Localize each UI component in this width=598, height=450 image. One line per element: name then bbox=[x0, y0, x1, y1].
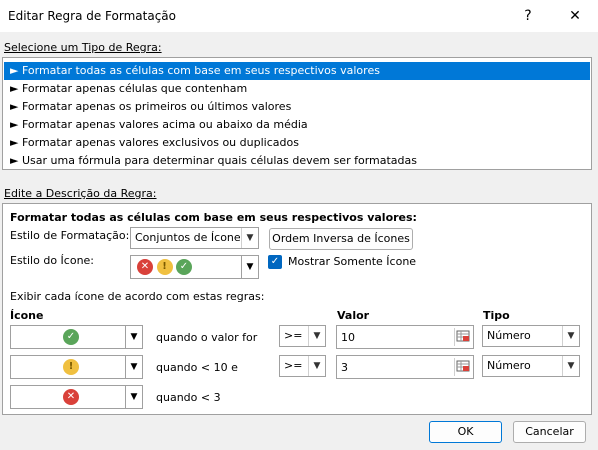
arrow-bullet-icon: ► bbox=[10, 136, 19, 149]
list-item-label: Formatar apenas valores acima ou abaixo … bbox=[21, 118, 308, 131]
rule-type-item-top-bottom[interactable]: ► Formatar apenas os primeiros ou último… bbox=[4, 98, 590, 116]
value-input-1[interactable]: 10 bbox=[336, 325, 474, 349]
operator-value-2: >= bbox=[284, 359, 303, 372]
icon-style-label: Estilo do Ícone: bbox=[10, 254, 95, 267]
arrow-bullet-icon: ► bbox=[10, 64, 19, 77]
rule-type-list[interactable]: ► Formatar todas as células com base em … bbox=[2, 57, 592, 170]
column-header-type: Tipo bbox=[483, 309, 510, 322]
rule-type-item-contains[interactable]: ► Formatar apenas células que contenham bbox=[4, 80, 590, 98]
close-icon: ✕ bbox=[569, 8, 581, 24]
operator-dropdown-1[interactable]: >= ▼ bbox=[279, 325, 326, 347]
red-x-icon: ✕ bbox=[137, 259, 153, 275]
rule-condition-3: quando < 3 bbox=[156, 391, 221, 404]
rule-icon-dropdown-1[interactable]: ✓ ▼ bbox=[10, 325, 143, 349]
close-button[interactable]: ✕ bbox=[561, 4, 589, 28]
cell-reference-icon[interactable] bbox=[454, 328, 472, 346]
arrow-bullet-icon: ► bbox=[10, 100, 19, 113]
column-header-icon: Ícone bbox=[10, 309, 44, 322]
green-check-icon: ✓ bbox=[63, 329, 79, 345]
format-style-value: Conjuntos de Ícones bbox=[135, 231, 240, 244]
checkmark-icon: ✓ bbox=[270, 256, 280, 267]
operator-value-1: >= bbox=[284, 329, 303, 342]
reverse-icon-order-button[interactable]: Ordem Inversa de Ícones bbox=[269, 228, 413, 250]
show-icon-only-label: Mostrar Somente Ícone bbox=[288, 255, 417, 268]
cell-reference-icon[interactable] bbox=[454, 358, 472, 376]
red-x-icon: ✕ bbox=[63, 389, 79, 405]
column-header-value: Valor bbox=[337, 309, 370, 322]
rule-type-label-text: Selecione um Tipo de Regra: bbox=[4, 41, 162, 54]
description-label: Edite a Descrição da Regra: bbox=[4, 187, 157, 200]
format-style-label: Estilo de Formatação: bbox=[10, 229, 130, 242]
format-style-dropdown[interactable]: Conjuntos de Ícones ▼ bbox=[130, 227, 259, 249]
chevron-down-icon: ▼ bbox=[308, 356, 325, 376]
value-text-2: 3 bbox=[341, 361, 348, 374]
value-text-1: 10 bbox=[341, 331, 355, 344]
rule-type-label: Selecione um Tipo de Regra: bbox=[4, 41, 162, 54]
type-dropdown-2[interactable]: Número ▼ bbox=[482, 355, 580, 377]
operator-dropdown-2[interactable]: >= ▼ bbox=[279, 355, 326, 377]
icon-style-dropdown[interactable]: ✕ ! ✓ ▼ bbox=[130, 255, 259, 279]
ok-button[interactable]: OK bbox=[429, 421, 502, 443]
rule-icon-dropdown-2[interactable]: ! ▼ bbox=[10, 355, 143, 379]
cancel-button[interactable]: Cancelar bbox=[513, 421, 586, 443]
rule-type-item-above-below[interactable]: ► Formatar apenas valores acima ou abaix… bbox=[4, 116, 590, 134]
arrow-bullet-icon: ► bbox=[10, 154, 19, 167]
icon-style-preview: ✕ ! ✓ bbox=[137, 259, 192, 275]
yellow-exclamation-icon: ! bbox=[156, 259, 173, 275]
list-item-label: Usar uma fórmula para determinar quais c… bbox=[21, 154, 417, 167]
description-heading: Formatar todas as células com base em se… bbox=[10, 211, 417, 224]
list-item-label: Formatar todas as células com base em se… bbox=[21, 64, 380, 77]
type-value-2: Número bbox=[487, 359, 531, 372]
green-check-icon: ✓ bbox=[176, 259, 192, 275]
chevron-down-icon: ▼ bbox=[241, 228, 258, 248]
chevron-down-icon: ▼ bbox=[308, 326, 325, 346]
chevron-down-icon: ▼ bbox=[562, 326, 579, 346]
chevron-down-icon: ▼ bbox=[125, 326, 142, 348]
rule-type-item-all-cells[interactable]: ► Formatar todas as células com base em … bbox=[4, 62, 590, 80]
chevron-down-icon: ▼ bbox=[241, 256, 258, 278]
rules-label: Exibir cada ícone de acordo com estas re… bbox=[10, 290, 265, 303]
rule-icon-dropdown-3[interactable]: ✕ ▼ bbox=[10, 385, 143, 409]
list-item-label: Formatar apenas os primeiros ou últimos … bbox=[21, 100, 292, 113]
list-item-label: Formatar apenas células que contenham bbox=[21, 82, 248, 95]
chevron-down-icon: ▼ bbox=[125, 356, 142, 378]
arrow-bullet-icon: ► bbox=[10, 82, 19, 95]
show-icon-only-checkbox[interactable]: ✓ bbox=[268, 255, 282, 269]
rule-condition-1: quando o valor for bbox=[156, 331, 258, 344]
description-label-text: Edite a Descrição da Regra: bbox=[4, 187, 157, 200]
chevron-down-icon: ▼ bbox=[562, 356, 579, 376]
chevron-down-icon: ▼ bbox=[125, 386, 142, 408]
type-dropdown-1[interactable]: Número ▼ bbox=[482, 325, 580, 347]
yellow-exclamation-icon: ! bbox=[63, 359, 79, 375]
help-button[interactable]: ? bbox=[514, 4, 542, 28]
rule-type-item-formula[interactable]: ► Usar uma fórmula para determinar quais… bbox=[4, 152, 590, 170]
arrow-bullet-icon: ► bbox=[10, 118, 19, 131]
type-value-1: Número bbox=[487, 329, 531, 342]
list-item-label: Formatar apenas valores exclusivos ou du… bbox=[21, 136, 299, 149]
value-input-2[interactable]: 3 bbox=[336, 355, 474, 379]
rule-type-item-unique-duplicate[interactable]: ► Formatar apenas valores exclusivos ou … bbox=[4, 134, 590, 152]
rule-condition-2: quando < 10 e bbox=[156, 361, 238, 374]
window-title: Editar Regra de Formatação bbox=[8, 9, 176, 23]
